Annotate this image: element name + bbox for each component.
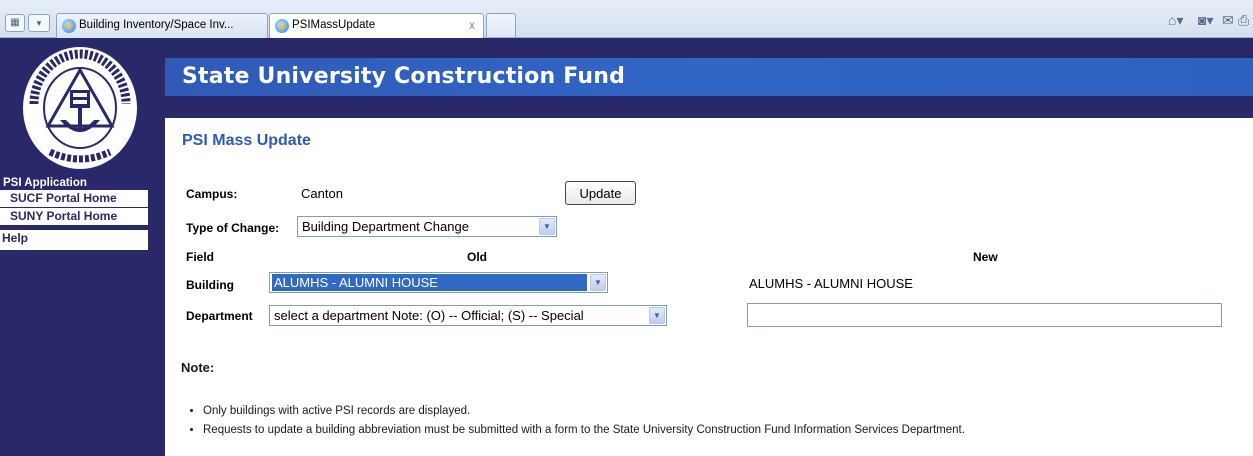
site-title: State University Construction Fund (182, 64, 626, 89)
tab-label: Building Inventory/Space Inv... (79, 19, 234, 31)
tab-label: PSIMassUpdate (292, 19, 376, 31)
building-selected-value: ALUMHS - ALUMNI HOUSE (272, 274, 587, 291)
browser-tab-strip: ▦ ▾ e Building Inventory/Space Inv... e … (0, 0, 1253, 39)
sidebar-item-suny-portal[interactable]: SUNY Portal Home (0, 208, 148, 226)
note-item: Only buildings with active PSI records a… (203, 404, 965, 423)
building-select[interactable]: ALUMHS - ALUMNI HOUSE ▼ (269, 272, 608, 293)
campus-label: Campus: (186, 187, 238, 201)
chevron-down-icon[interactable]: ▼ (539, 218, 555, 235)
note-item: Requests to update a building abbreviati… (203, 423, 965, 442)
sidebar-nav: SUCF Portal Home SUNY Portal Home Help (0, 190, 148, 250)
sidebar-app-title: PSI Application (3, 177, 87, 189)
sucf-seal-logo (21, 45, 139, 171)
sidebar-item-help[interactable]: Help (0, 230, 148, 250)
chevron-down-icon[interactable]: ▼ (649, 307, 665, 324)
site-banner: State University Construction Fund (165, 58, 1253, 96)
close-tab-icon[interactable]: x (469, 14, 475, 37)
note-list: Only buildings with active PSI records a… (203, 404, 965, 442)
department-label: Department (186, 309, 253, 323)
column-header-new: New (973, 250, 998, 264)
ie-page-icon: e (62, 19, 76, 33)
quick-tabs-icon[interactable]: ▦ (5, 14, 25, 32)
type-of-change-select[interactable]: Building Department Change ▼ (297, 216, 557, 237)
update-button[interactable]: Update (565, 181, 636, 205)
print-icon[interactable]: ⎙ (1238, 10, 1249, 30)
campus-value: Canton (301, 186, 343, 201)
home-icon[interactable]: ⌂▾ (1168, 10, 1183, 30)
column-header-old: Old (467, 250, 487, 264)
department-new-input[interactable] (747, 303, 1222, 327)
type-of-change-label: Type of Change: (186, 221, 280, 235)
type-of-change-value: Building Department Change (302, 219, 469, 234)
tab-psi-mass-update[interactable]: e PSIMassUpdate x (269, 13, 484, 39)
page-title: PSI Mass Update (182, 132, 311, 149)
header-bottom-strip (165, 96, 1253, 118)
department-selected-value: select a department Note: (O) -- Officia… (274, 308, 584, 323)
column-header-field: Field (186, 250, 215, 264)
new-tab-button[interactable] (486, 13, 516, 37)
header-top-strip (165, 38, 1253, 58)
building-new-value: ALUMHS - ALUMNI HOUSE (749, 276, 913, 291)
mail-icon[interactable]: ✉ (1222, 10, 1234, 30)
ie-page-icon: e (275, 19, 289, 33)
feeds-icon[interactable]: ◙▾ (1198, 10, 1213, 30)
note-heading: Note: (181, 360, 215, 375)
tab-list-icon[interactable]: ▾ (28, 14, 50, 32)
chevron-down-icon[interactable]: ▼ (590, 274, 606, 291)
tab-building-inventory[interactable]: e Building Inventory/Space Inv... (56, 13, 268, 38)
sidebar-item-sucf-portal[interactable]: SUCF Portal Home (0, 190, 148, 208)
building-label: Building (186, 278, 234, 292)
department-select[interactable]: select a department Note: (O) -- Officia… (269, 305, 667, 326)
